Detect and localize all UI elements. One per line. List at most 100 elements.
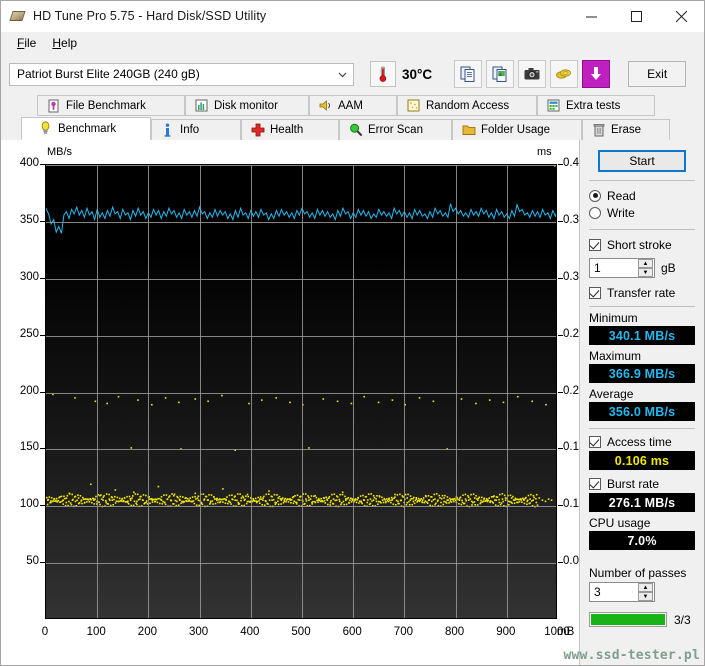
y-axis-tick — [40, 562, 45, 563]
copy-image-icon[interactable] — [486, 60, 514, 88]
short-stroke-size-row: 1 ▲ ▼ gB — [589, 258, 695, 278]
drive-select-label: Patriot Burst Elite 240GB (240 gB) — [17, 67, 336, 81]
access-time-option[interactable]: Access time — [589, 433, 695, 450]
checkbox-burst-rate[interactable] — [589, 478, 601, 490]
title-bar: HD Tune Pro 5.75 - Hard Disk/SSD Utility — [1, 1, 704, 32]
file-benchmark-icon — [46, 98, 61, 113]
stepper-down[interactable]: ▼ — [638, 592, 653, 601]
short-stroke-option[interactable]: Short stroke — [589, 236, 695, 253]
copy-document-icon[interactable] — [454, 60, 482, 88]
average-value-box: 356.0 MB/s — [589, 402, 695, 421]
transfer-rate-label: Transfer rate — [607, 286, 675, 300]
coins-icon[interactable] — [550, 60, 578, 88]
maximize-button[interactable] — [614, 1, 659, 31]
gridline-vertical — [507, 165, 508, 618]
mode-write-option[interactable]: Write — [589, 204, 695, 221]
close-button[interactable] — [659, 1, 704, 31]
tab-label: File Benchmark — [66, 100, 146, 112]
access-time-value-box: 0.106 ms — [589, 451, 695, 470]
stepper-down[interactable]: ▼ — [638, 268, 653, 277]
x-axis-tick-label: 200 — [138, 626, 157, 638]
tab-row-bottom: Benchmark Info Health Error Scan — [7, 116, 698, 140]
checkbox-short-stroke[interactable] — [589, 239, 601, 251]
stepper-buttons[interactable]: ▲ ▼ — [638, 259, 653, 277]
short-stroke-value: 1 — [594, 261, 638, 275]
tab-file-benchmark[interactable]: File Benchmark — [37, 95, 185, 116]
radio-write[interactable] — [589, 207, 601, 219]
temperature-display: 30°C — [370, 60, 432, 88]
burst-rate-value-box: 276.1 MB/s — [589, 493, 695, 512]
window-controls — [569, 1, 704, 31]
y-axis-tick — [40, 221, 45, 222]
checkbox-access-time[interactable] — [589, 436, 601, 448]
radio-read[interactable] — [589, 190, 601, 202]
checkbox-transfer-rate[interactable] — [589, 287, 601, 299]
x-axis-tick-label: 100 — [87, 626, 106, 638]
exit-button[interactable]: Exit — [628, 61, 686, 87]
progress-fill — [591, 614, 665, 625]
y2-axis-tick — [558, 448, 563, 449]
passes-value: 3 — [594, 585, 638, 599]
tab-info[interactable]: Info — [151, 119, 241, 140]
folder-icon — [461, 123, 476, 138]
maximum-value: 366.9 MB/s — [609, 367, 676, 381]
tab-benchmark[interactable]: Benchmark — [21, 117, 151, 140]
mode-read-option[interactable]: Read — [589, 187, 695, 204]
menu-help[interactable]: Help — [44, 34, 85, 53]
access-time-label: Access time — [607, 435, 672, 449]
gridline-horizontal — [46, 393, 556, 394]
tab-aam[interactable]: AAM — [309, 95, 397, 116]
gridline-horizontal — [46, 563, 556, 564]
menu-bar: File Help — [1, 32, 704, 54]
tab-disk-monitor[interactable]: Disk monitor — [185, 95, 309, 116]
divider — [589, 229, 695, 230]
drive-select[interactable]: Patriot Burst Elite 240GB (240 gB) — [9, 63, 354, 86]
progress-row: 3/3 — [589, 612, 695, 627]
magnifier-icon — [348, 123, 363, 138]
y2-axis-tick — [558, 505, 563, 506]
short-stroke-unit: gB — [661, 261, 676, 275]
stepper-up[interactable]: ▲ — [638, 583, 653, 592]
cpu-usage-label: CPU usage — [589, 516, 695, 530]
gridline-vertical — [353, 165, 354, 618]
access-time-value: 0.106 ms — [615, 454, 669, 468]
stepper-up[interactable]: ▲ — [638, 259, 653, 268]
passes-stepper[interactable]: 3 ▲ ▼ — [589, 582, 655, 602]
random-access-icon — [406, 98, 421, 113]
download-arrow-icon[interactable] — [582, 60, 610, 88]
minimum-value-box: 340.1 MB/s — [589, 326, 695, 345]
tab-health[interactable]: Health — [241, 119, 339, 140]
burst-rate-option[interactable]: Burst rate — [589, 475, 695, 492]
minimize-button[interactable] — [569, 1, 614, 31]
tab-error-scan[interactable]: Error Scan — [339, 119, 452, 140]
tab-erase[interactable]: Erase — [582, 119, 670, 140]
y-axis-tick-label: 50 — [9, 555, 39, 567]
toolbar: Patriot Burst Elite 240GB (240 gB) 30°C — [1, 54, 704, 94]
camera-icon[interactable] — [518, 60, 546, 88]
gridline-vertical — [251, 165, 252, 618]
transfer-rate-option[interactable]: Transfer rate — [589, 284, 695, 301]
tab-label: Benchmark — [58, 123, 116, 135]
tab-label: Health — [270, 124, 303, 136]
tab-folder-usage[interactable]: Folder Usage — [452, 119, 582, 140]
gridline-vertical — [200, 165, 201, 618]
y-axis-tick-label: 250 — [9, 328, 39, 340]
start-button[interactable]: Start — [598, 150, 686, 172]
x-axis-tick-label: 300 — [189, 626, 208, 638]
tab-extra-tests[interactable]: Extra tests — [537, 95, 655, 116]
gridline-horizontal — [46, 336, 556, 337]
health-cross-icon — [250, 123, 265, 138]
content-area: MB/s ms 501001502002503003504000.050.100… — [1, 140, 704, 665]
stepper-buttons[interactable]: ▲ ▼ — [638, 583, 653, 601]
short-stroke-stepper[interactable]: 1 ▲ ▼ — [589, 258, 655, 278]
tab-label: Info — [180, 124, 199, 136]
x-axis-tick-label: 700 — [394, 626, 413, 638]
menu-file[interactable]: File — [9, 34, 44, 53]
x-axis-tick-label: 500 — [291, 626, 310, 638]
y-axis-tick — [40, 278, 45, 279]
divider — [589, 180, 695, 181]
y-axis-tick — [40, 448, 45, 449]
tab-random-access[interactable]: Random Access — [397, 95, 537, 116]
x-axis-tick-label: 0 — [42, 626, 48, 638]
y2-axis-tick — [558, 562, 563, 563]
